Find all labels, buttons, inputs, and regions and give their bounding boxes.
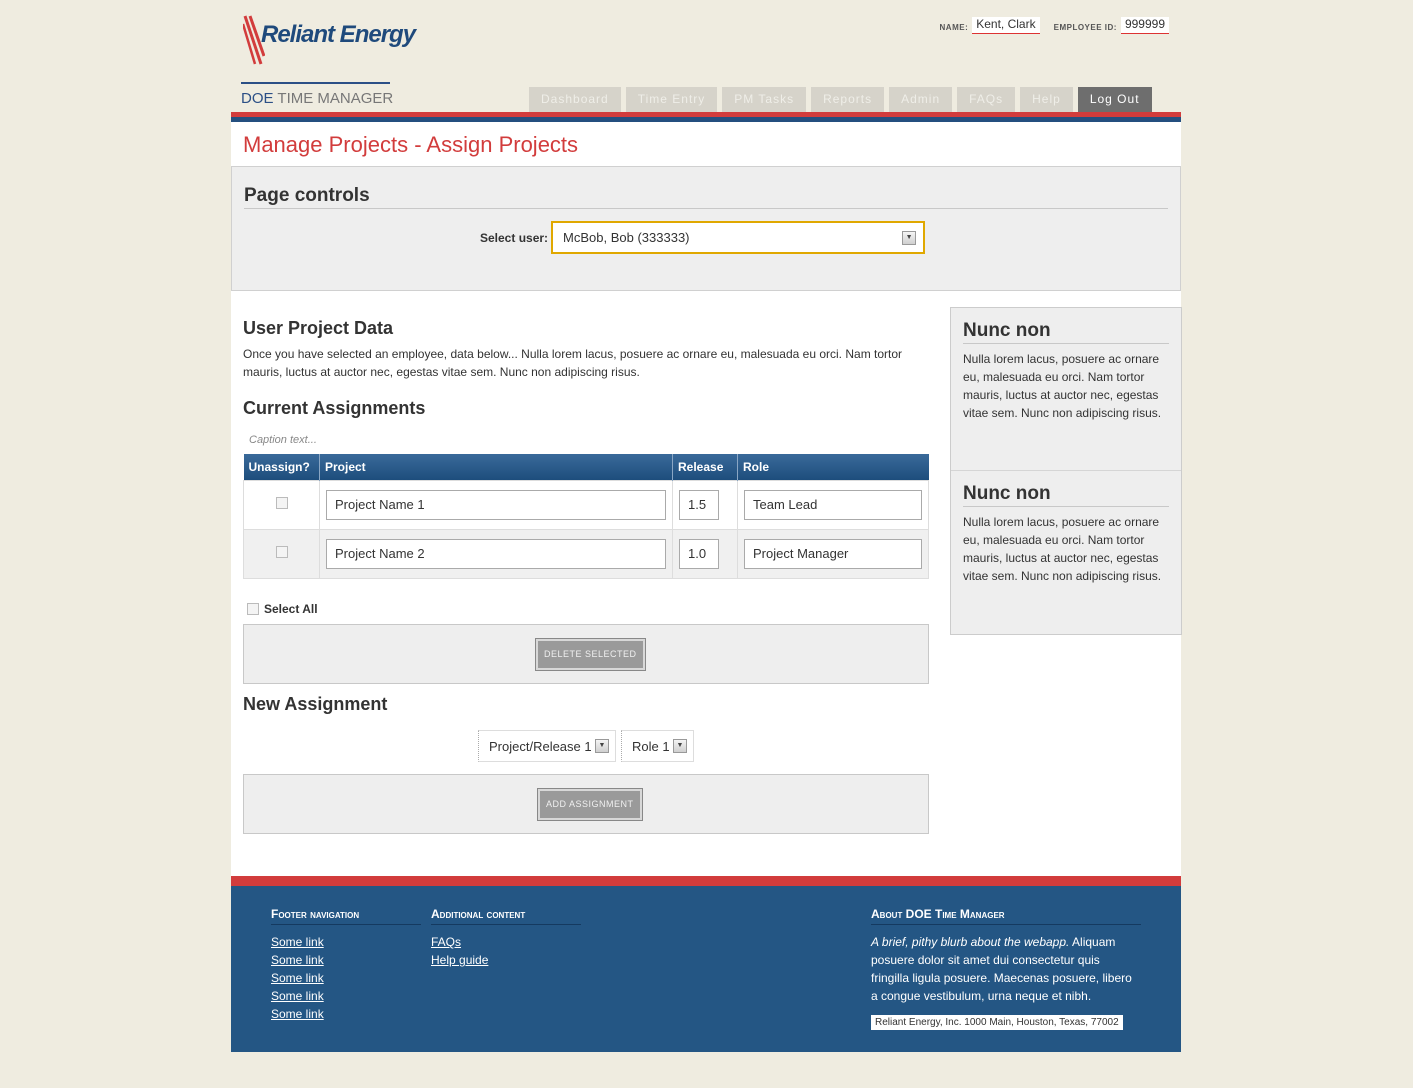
sidebar-section-text: Nulla lorem lacus, posuere ac ornare eu,… [963, 352, 1162, 420]
footer-faqs-link[interactable]: FAQs [431, 933, 581, 951]
footer-address: Reliant Energy, Inc. 1000 Main, Houston,… [871, 1015, 1123, 1030]
name-label: NAME: [939, 23, 969, 32]
chevron-down-icon[interactable]: ▼ [902, 231, 917, 245]
chevron-down-icon[interactable]: ▼ [673, 739, 687, 753]
delete-action-box: DELETE SELECTED [243, 624, 929, 684]
name-value: Kent, Clark [972, 17, 1040, 34]
intro-text: Once you have selected an employee, data… [243, 347, 903, 379]
footer-link[interactable]: Some link [271, 987, 421, 1005]
col-release: Release [672, 454, 738, 480]
tab-pm-tasks[interactable]: PM Tasks [722, 87, 807, 112]
sidebar-section-title: Nunc non [963, 483, 1169, 507]
table-row: Project Name 2 1.0 Project Manager [243, 528, 929, 579]
role-input[interactable]: Project Manager [744, 538, 922, 569]
sidebar-section: Nunc non Nulla lorem lacus, posuere ac o… [951, 320, 1181, 422]
project-release-select[interactable]: Project/Release 1 ▼ [478, 730, 616, 762]
footer-help-guide-link[interactable]: Help guide [431, 951, 581, 969]
role-select[interactable]: Role 1 ▼ [621, 730, 694, 762]
new-assignment-selects: Project/Release 1 ▼ Role 1 ▼ [478, 730, 699, 762]
footer-about-title: About DOE Time Manager [871, 907, 1141, 925]
header-stripe [231, 112, 1181, 122]
select-all-label: Select All [264, 602, 318, 616]
tab-help[interactable]: Help [1020, 87, 1073, 112]
user-info: NAME: Kent, Clark EMPLOYEE ID: 999999 [940, 17, 1169, 34]
project-input[interactable]: Project Name 1 [326, 489, 666, 520]
assignments-content: User Project Data Once you have selected… [243, 318, 929, 834]
tab-dashboard[interactable]: Dashboard [529, 87, 621, 112]
select-user-dropdown[interactable]: McBob, Bob (333333) ▼ [551, 221, 926, 254]
table-header-row: Unassign? Project Release Role [243, 454, 929, 480]
sidebar-divider [951, 470, 1181, 471]
tab-faqs[interactable]: FAQs [957, 87, 1016, 112]
footer-additional-column: Additional content FAQs Help guide [431, 907, 581, 969]
sidebar-section: Nunc non Nulla lorem lacus, posuere ac o… [951, 483, 1181, 585]
tab-admin[interactable]: Admin [889, 87, 953, 112]
add-action-box: ADD ASSIGNMENT [243, 774, 929, 834]
project-release-value: Project/Release 1 [489, 738, 592, 754]
main-nav: Dashboard Time Entry PM Tasks Reports Ad… [529, 87, 1152, 112]
release-input[interactable]: 1.0 [679, 538, 719, 569]
app-title: DOE TIME MANAGER [241, 82, 394, 107]
reliant-energy-logo[interactable]: Reliant Energy [243, 14, 416, 66]
sidebar: Nunc non Nulla lorem lacus, posuere ac o… [950, 307, 1182, 635]
select-all-checkbox[interactable] [247, 603, 259, 615]
col-role: Role [737, 454, 929, 480]
footer-about-blurb: A brief, pithy blurb about the webapp. [871, 935, 1070, 949]
app-title-doe: DOE [241, 90, 274, 107]
select-user-value: McBob, Bob (333333) [563, 230, 690, 245]
logo-text: Reliant Energy [261, 21, 416, 48]
delete-selected-button[interactable]: DELETE SELECTED [535, 638, 646, 671]
footer-about-column: About DOE Time Manager A brief, pithy bl… [871, 907, 1141, 1030]
main-content: Manage Projects - Assign Projects Page c… [231, 122, 1182, 876]
col-project: Project [319, 454, 673, 480]
employee-id-label: EMPLOYEE ID: [1053, 23, 1117, 32]
footer-link[interactable]: Some link [271, 1005, 421, 1023]
select-all[interactable]: Select All [247, 602, 318, 616]
assignments-table: Unassign? Project Release Role Project N… [243, 454, 929, 579]
chevron-down-icon[interactable]: ▼ [595, 739, 609, 753]
tab-reports[interactable]: Reports [811, 87, 885, 112]
user-data-title: User Project Data [243, 318, 394, 338]
table-caption: Caption text... [249, 434, 317, 446]
footer-link[interactable]: Some link [271, 933, 421, 951]
footer-stripe [231, 876, 1181, 886]
logout-button[interactable]: Log Out [1077, 87, 1152, 112]
sidebar-section-text: Nulla lorem lacus, posuere ac ornare eu,… [963, 515, 1162, 583]
footer-about-text: A brief, pithy blurb about the webapp. A… [871, 933, 1141, 1005]
page-controls-panel: Page controls Select user: McBob, Bob (3… [231, 166, 1181, 291]
current-assignments-title: Current Assignments [243, 398, 426, 418]
project-input[interactable]: Project Name 2 [326, 538, 666, 569]
footer: Footer navigation Some link Some link So… [231, 886, 1181, 1052]
footer-nav-column: Footer navigation Some link Some link So… [271, 907, 421, 1023]
add-assignment-button[interactable]: ADD ASSIGNMENT [537, 788, 643, 821]
unassign-checkbox[interactable] [275, 497, 288, 509]
col-unassign: Unassign? [243, 454, 320, 480]
footer-additional-title: Additional content [431, 907, 581, 925]
select-user-row: Select user: McBob, Bob (333333) ▼ [480, 221, 926, 254]
new-assignment-title: New Assignment [243, 694, 388, 714]
release-input[interactable]: 1.5 [679, 489, 719, 520]
table-row: Project Name 1 1.5 Team Lead [243, 479, 929, 530]
tab-time-entry[interactable]: Time Entry [625, 87, 718, 112]
footer-link[interactable]: Some link [271, 951, 421, 969]
role-input[interactable]: Team Lead [744, 489, 922, 520]
footer-link[interactable]: Some link [271, 969, 421, 987]
app-title-rest: TIME MANAGER [277, 90, 394, 107]
employee-id-value: 999999 [1120, 17, 1169, 34]
role-select-value: Role 1 [632, 738, 670, 754]
footer-nav-title: Footer navigation [271, 907, 421, 925]
page-controls-title: Page controls [244, 185, 1168, 209]
sidebar-section-title: Nunc non [963, 320, 1169, 344]
page-title: Manage Projects - Assign Projects [243, 132, 579, 157]
select-user-label: Select user: [480, 230, 549, 245]
unassign-checkbox[interactable] [275, 546, 288, 558]
